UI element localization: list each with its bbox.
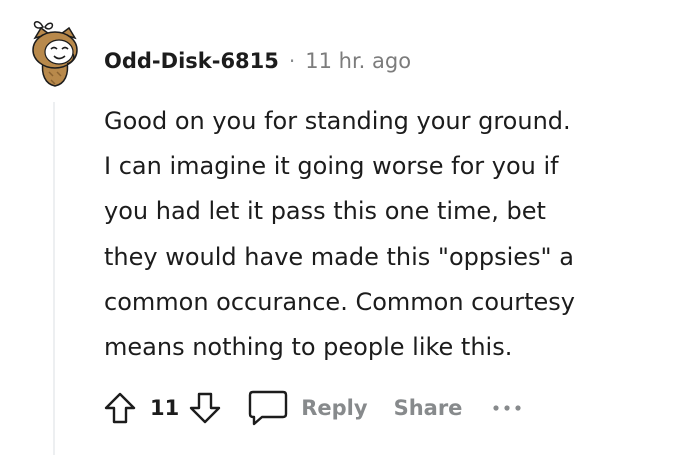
ellipsis-icon bbox=[493, 405, 522, 411]
comment-body: Good on you for standing your ground. I … bbox=[104, 99, 684, 370]
share-button[interactable]: Share bbox=[394, 396, 463, 420]
comment: Odd-Disk-6815 · 11 hr. ago Good on you f… bbox=[0, 0, 700, 455]
comment-meta: Odd-Disk-6815 · 11 hr. ago bbox=[104, 44, 411, 78]
comment-actions: 11 Reply Share bbox=[100, 385, 522, 431]
comment-body-line: I can imagine it going worse for you if bbox=[104, 152, 559, 181]
meta-separator: · bbox=[288, 49, 296, 73]
reply-label: Reply bbox=[301, 396, 368, 420]
reply-button[interactable]: Reply bbox=[247, 389, 368, 427]
comment-body-line: you had let it pass this one time, bet bbox=[104, 197, 546, 226]
share-label: Share bbox=[393, 396, 463, 420]
downvote-button[interactable] bbox=[185, 388, 225, 428]
thread-line[interactable] bbox=[53, 102, 55, 455]
arrow-up-outline-icon bbox=[104, 392, 136, 424]
timestamp[interactable]: 11 hr. ago bbox=[305, 49, 411, 73]
owl-avatar-icon bbox=[32, 21, 78, 87]
comment-body-line: they would have made this "oppsies" a bbox=[104, 242, 574, 271]
comment-body-line: common occurance. Common courtesy bbox=[104, 287, 576, 316]
upvote-button[interactable] bbox=[100, 388, 140, 428]
avatar[interactable] bbox=[27, 18, 83, 88]
comment-body-line: means nothing to people like this. bbox=[104, 333, 513, 362]
speech-bubble-icon bbox=[249, 390, 288, 426]
username-link[interactable]: Odd-Disk-6815 bbox=[104, 49, 279, 73]
arrow-down-outline-icon bbox=[190, 392, 221, 424]
comment-body-line: Good on you for standing your ground. bbox=[104, 107, 571, 135]
vote-score: 11 bbox=[150, 396, 180, 420]
more-options-button[interactable] bbox=[492, 403, 522, 413]
